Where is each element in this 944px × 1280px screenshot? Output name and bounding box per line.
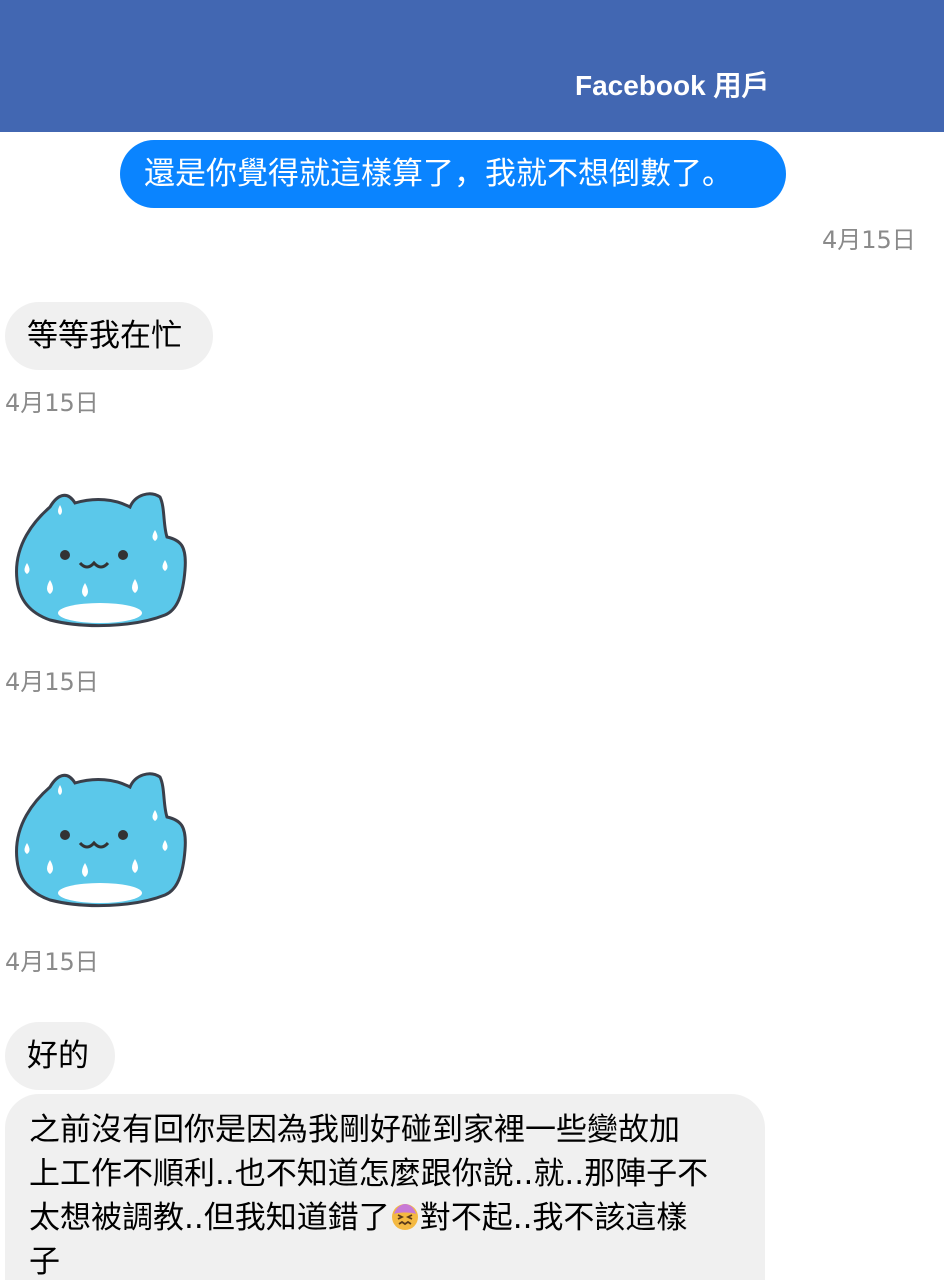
cat-eye-left xyxy=(60,550,70,560)
incoming-message-bubble[interactable]: 等等我在忙 xyxy=(5,302,213,370)
cat-belly xyxy=(58,603,142,623)
incoming-message-bubble[interactable]: 之前沒有回你是因為我剛好碰到家裡一些變故加 上工作不順利..也不知道怎麼跟你說.… xyxy=(5,1094,765,1280)
message-text-line: 上工作不順利..也不知道怎麼跟你說..就..那陣子不 xyxy=(29,1156,709,1192)
message-timestamp: 4月15日 xyxy=(5,668,99,696)
message-text-line: 太想被調教..但我知道錯了 對不起..我不該這樣 xyxy=(29,1196,743,1240)
outgoing-message-bubble[interactable]: 還是你覺得就這樣算了，我就不想倒數了。 xyxy=(120,140,786,208)
message-text: 還是你覺得就這樣算了，我就不想倒數了。 xyxy=(144,156,733,192)
cat-eye-right xyxy=(118,830,128,840)
message-timestamp: 4月15日 xyxy=(5,948,99,976)
message-timestamp: 4月15日 xyxy=(5,389,99,417)
message-text-line: 子 xyxy=(29,1244,60,1280)
message-text: 好的 xyxy=(27,1038,89,1074)
cat-eye-right xyxy=(118,550,128,560)
cat-sticker-image[interactable] xyxy=(5,765,195,915)
incoming-message-bubble[interactable]: 好的 xyxy=(5,1022,115,1090)
message-text-line: 之前沒有回你是因為我剛好碰到家裡一些變故加 xyxy=(29,1112,680,1148)
message-text: 等等我在忙 xyxy=(27,318,182,354)
chat-header: Facebook 用戶 xyxy=(0,0,944,132)
confounded-face-icon xyxy=(391,1204,418,1230)
contact-name[interactable]: Facebook 用戶 xyxy=(575,64,769,104)
message-text-fragment: 太想被調教..但我知道錯了 xyxy=(29,1200,390,1236)
cat-eye-left xyxy=(60,830,70,840)
cat-sticker-image[interactable] xyxy=(5,485,195,635)
cat-belly xyxy=(58,883,142,903)
message-timestamp: 4月15日 xyxy=(822,226,916,254)
message-text-fragment: 對不起..我不該這樣 xyxy=(419,1200,688,1236)
